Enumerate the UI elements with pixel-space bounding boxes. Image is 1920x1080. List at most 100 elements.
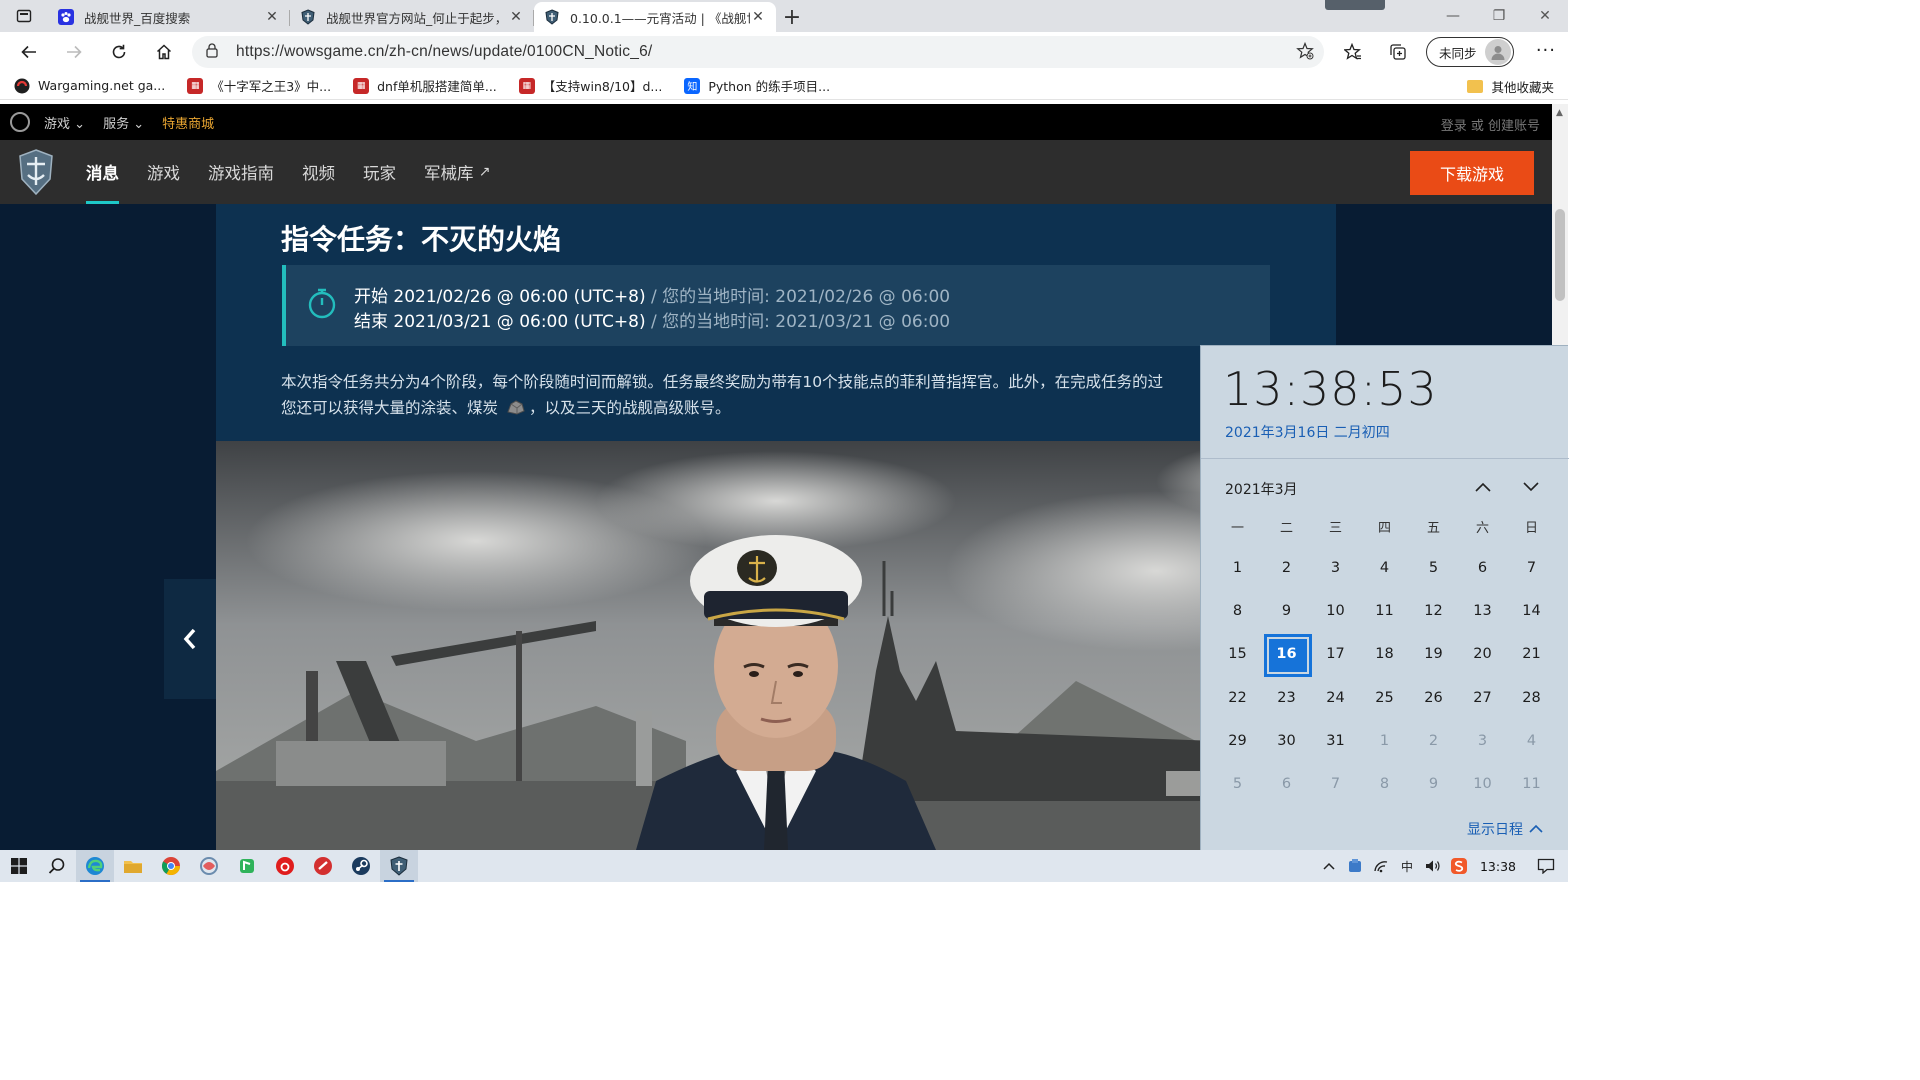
steam-icon[interactable] [342,850,380,882]
scroll-up-icon[interactable]: ▲ [1556,108,1563,118]
calendar-day[interactable]: 17 [1311,633,1360,676]
close-tab-icon[interactable]: ✕ [508,9,524,25]
calendar-day[interactable]: 30 [1262,719,1311,762]
login-link[interactable]: 登录 或 创建账号 [1441,115,1540,134]
calendar-day[interactable]: 25 [1360,676,1409,719]
calendar-day[interactable]: 11 [1360,589,1409,632]
scrollbar-thumb[interactable] [1555,209,1565,301]
calendar-day[interactable]: 29 [1213,719,1262,762]
input-method-indicator[interactable]: 中 [1394,850,1420,882]
close-tab-icon[interactable]: ✕ [750,9,766,25]
calendar-day[interactable]: 1 [1360,719,1409,762]
calendar-day[interactable]: 28 [1507,676,1556,719]
calendar-month-label[interactable]: 2021年3月 [1225,479,1298,499]
file-explorer-icon[interactable] [114,850,152,882]
maximize-icon[interactable]: ❐ [1476,0,1522,32]
calendar-day[interactable]: 13 [1458,589,1507,632]
calendar-day[interactable]: 9 [1409,762,1458,805]
netease-music-icon[interactable] [266,850,304,882]
calendar-day[interactable]: 5 [1409,546,1458,589]
wows-game-icon[interactable] [380,850,418,882]
clock-date-link[interactable]: 2021年3月16日 二月初四 [1225,422,1390,442]
nav-armory[interactable]: 军械库 ↗ [424,140,490,204]
calendar-day[interactable]: 15 [1213,633,1262,676]
calendar-day[interactable]: 21 [1507,633,1556,676]
calendar-day[interactable]: 4 [1507,719,1556,762]
calendar-day[interactable]: 8 [1213,589,1262,632]
bookmark-item[interactable]: ▦ 《十字军之王3》中... [187,76,331,95]
forward-icon[interactable] [51,32,96,72]
profile-sync-button[interactable]: 未同步 [1426,37,1514,67]
calendar-day[interactable]: 8 [1360,762,1409,805]
tray-app-icon[interactable] [1342,850,1368,882]
nav-news[interactable]: 消息 [86,140,119,204]
calendar-day[interactable]: 6 [1262,762,1311,805]
calendar-day[interactable]: 11 [1507,762,1556,805]
new-tab-button[interactable]: + [776,2,808,32]
lock-icon[interactable] [206,42,220,62]
search-icon[interactable] [38,850,76,882]
close-tab-icon[interactable]: ✕ [264,9,280,25]
calendar-day[interactable]: 3 [1458,719,1507,762]
calendar-day[interactable]: 10 [1458,762,1507,805]
address-bar[interactable]: https://wowsgame.cn/zh-cn/news/update/01… [192,36,1324,68]
add-favorite-icon[interactable] [1296,41,1314,64]
calendar-day[interactable]: 31 [1311,719,1360,762]
calendar-day[interactable]: 6 [1458,546,1507,589]
services-menu[interactable]: 服务 ⌄ [103,113,144,132]
windows-start-icon[interactable] [0,850,38,882]
nav-players[interactable]: 玩家 [363,140,396,204]
calendar-day[interactable]: 26 [1409,676,1458,719]
calendar-day[interactable]: 5 [1213,762,1262,805]
bookmark-item[interactable]: ▦ dnf单机服搭建简单... [353,76,497,95]
calendar-day[interactable]: 4 [1360,546,1409,589]
nav-guide[interactable]: 游戏指南 [208,140,274,204]
minimize-icon[interactable]: — [1430,0,1476,32]
download-game-button[interactable]: 下载游戏 [1410,151,1534,195]
calendar-day[interactable]: 3 [1311,546,1360,589]
app-icon[interactable] [228,850,266,882]
refresh-icon[interactable] [96,32,141,72]
show-schedule-link[interactable]: 显示日程 [1467,819,1543,839]
wargaming-logo-icon[interactable] [10,112,30,132]
calendar-day[interactable]: 7 [1311,762,1360,805]
app-icon[interactable] [304,850,342,882]
taskbar-clock[interactable]: 13:38 [1472,859,1524,874]
calendar-day[interactable]: 2 [1262,546,1311,589]
sogou-ime-icon[interactable] [1446,850,1472,882]
settings-more-icon[interactable]: ··· [1536,40,1556,61]
bookmark-item[interactable]: ▦ 【支持win8/10】d... [518,76,662,95]
bookmark-item[interactable]: 知 Python 的练手项目... [684,76,830,95]
wows-emblem-icon[interactable] [18,149,54,195]
calendar-day[interactable]: 27 [1458,676,1507,719]
nav-video[interactable]: 视频 [302,140,335,204]
calendar-day[interactable]: 22 [1213,676,1262,719]
calendar-day-today[interactable]: 16 [1262,633,1312,677]
calendar-day[interactable]: 10 [1311,589,1360,632]
calendar-next-month-button[interactable] [1518,474,1544,500]
notification-center-icon[interactable] [1524,850,1568,882]
edge-icon[interactable] [76,850,114,882]
calendar-day[interactable]: 12 [1409,589,1458,632]
network-wifi-icon[interactable] [1368,850,1394,882]
calendar-day[interactable]: 18 [1360,633,1409,676]
show-hidden-icons-icon[interactable] [1316,850,1342,882]
calendar-day[interactable]: 14 [1507,589,1556,632]
chrome-icon[interactable] [152,850,190,882]
calendar-day[interactable]: 9 [1262,589,1311,632]
games-menu[interactable]: 游戏 ⌄ [44,113,85,132]
calendar-day[interactable]: 24 [1311,676,1360,719]
browser-tab[interactable]: 战舰世界_百度搜索 ✕ [48,2,290,32]
tab-actions-icon[interactable] [0,0,48,32]
carousel-prev-button[interactable] [164,579,216,699]
close-window-icon[interactable]: ✕ [1522,0,1568,32]
calendar-day[interactable]: 1 [1213,546,1262,589]
calendar-day[interactable]: 23 [1262,676,1311,719]
collections-icon[interactable] [1375,32,1420,72]
favorites-icon[interactable] [1330,32,1375,72]
volume-icon[interactable] [1420,850,1446,882]
home-icon[interactable] [141,32,186,72]
other-favorites[interactable]: 其他收藏夹 [1467,77,1554,96]
nav-game[interactable]: 游戏 [147,140,180,204]
calendar-prev-month-button[interactable] [1470,474,1496,500]
